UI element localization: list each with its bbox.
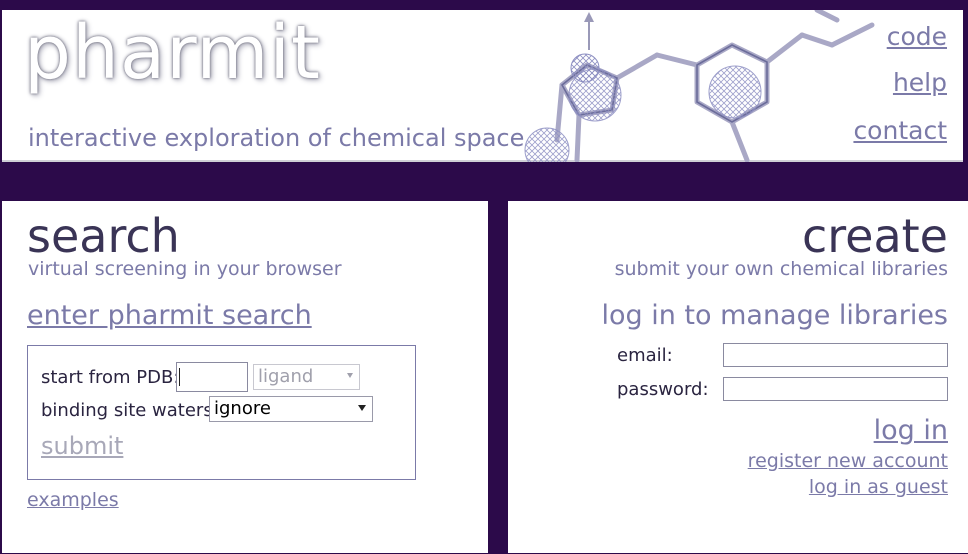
molecule-graphic — [524, 10, 875, 162]
waters-select-value: ignore — [214, 398, 271, 419]
email-field[interactable] — [723, 343, 948, 367]
password-label: password: — [617, 379, 709, 400]
examples-link[interactable]: examples — [27, 491, 119, 510]
guest-login-link[interactable]: log in as guest — [809, 478, 948, 497]
help-link[interactable]: help — [893, 70, 947, 95]
contact-link[interactable]: contact — [853, 118, 947, 143]
chevron-down-icon — [358, 405, 366, 411]
code-link[interactable]: code — [887, 24, 947, 49]
ligand-select[interactable]: ligand — [253, 364, 360, 390]
text-caret — [179, 368, 180, 386]
pdb-label: start from PDB: — [41, 367, 180, 388]
chevron-down-icon — [347, 373, 353, 378]
ligand-select-value: ligand — [258, 366, 314, 387]
waters-select[interactable]: ignore — [209, 396, 373, 422]
password-field[interactable] — [723, 377, 948, 401]
register-link[interactable]: register new account — [748, 452, 948, 471]
enter-search-link[interactable]: enter pharmit search — [27, 302, 312, 329]
search-form: start from PDB: ligand binding site wate… — [27, 345, 416, 480]
create-subtitle: submit your own chemical libraries — [614, 258, 948, 280]
search-title: search — [27, 209, 180, 263]
create-title: create — [801, 209, 948, 263]
submit-link[interactable]: submit — [41, 434, 123, 458]
waters-label: binding site waters: — [41, 400, 219, 421]
tagline: interactive exploration of chemical spac… — [28, 124, 525, 152]
pharmit-logo: pharmit — [24, 10, 322, 96]
pdb-input[interactable] — [176, 362, 248, 392]
search-subtitle: virtual screening in your browser — [28, 258, 342, 280]
login-link[interactable]: log in — [874, 417, 948, 444]
login-heading: log in to manage libraries — [601, 300, 948, 331]
search-panel: search virtual screening in your browser… — [2, 201, 488, 553]
email-label: email: — [617, 345, 673, 366]
create-panel: create submit your own chemical librarie… — [508, 201, 968, 553]
header-banner: pharmit interactive exploration of chemi… — [2, 10, 963, 162]
